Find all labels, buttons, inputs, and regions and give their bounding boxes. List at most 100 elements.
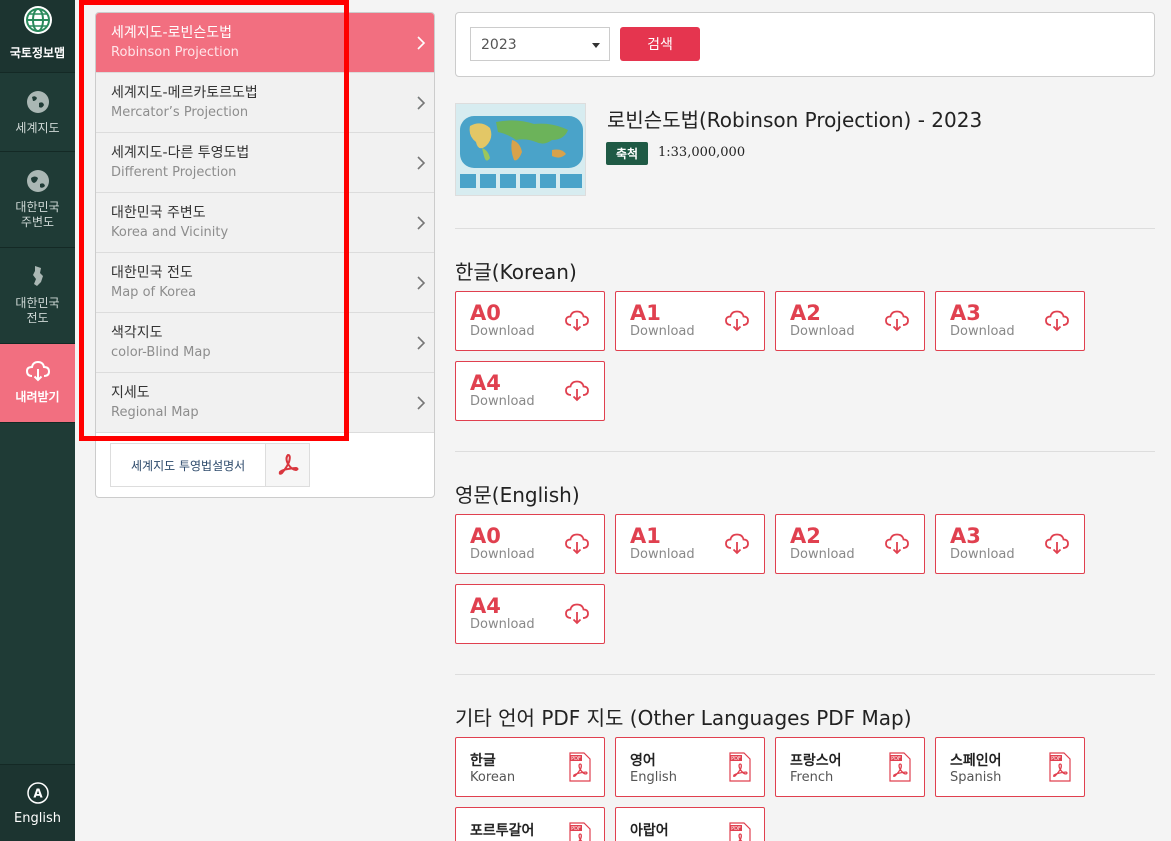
cloud-download-icon [565, 603, 589, 625]
language-korean-label: 아랍어 [630, 823, 669, 839]
download-korean-a1[interactable]: A1 Download [615, 291, 765, 351]
pdf-map-english[interactable]: 영어 English PDF [615, 737, 765, 797]
download-label: Download [470, 394, 535, 409]
pdf-file-icon: PDF [1049, 752, 1071, 782]
pdf-file-icon: PDF [889, 752, 911, 782]
rail-item-download[interactable]: 내려받기 [0, 344, 75, 423]
download-english-a0[interactable]: A0 Download [455, 514, 605, 574]
paper-size-label: A1 [630, 524, 661, 548]
download-label: Download [790, 547, 855, 562]
download-english-a4[interactable]: A4 Download [455, 584, 605, 644]
divider [455, 228, 1155, 229]
rail-item-label: 세계지도 [15, 121, 60, 135]
side-navigation: 국토정보맵 세계지도 대한민국 주변도 대한민국 전도 내려받기 A Engli… [0, 0, 75, 841]
cloud-download-icon [885, 533, 909, 555]
projection-guide-pdf-link[interactable]: 세계지도 투영법설명서 [110, 443, 310, 487]
cloud-download-icon [1045, 533, 1069, 555]
divider [455, 674, 1155, 675]
section-title-korean: 한글(Korean) [455, 260, 577, 284]
paper-size-label: A3 [950, 524, 981, 548]
pdf-file-icon: PDF [569, 822, 591, 841]
search-bar: 2023 검색 [455, 12, 1155, 77]
download-korean-a2[interactable]: A2 Download [775, 291, 925, 351]
language-icon: A [26, 782, 49, 804]
svg-text:PDF: PDF [571, 756, 581, 762]
year-select-value: 2023 [481, 37, 517, 53]
download-label: Download [950, 547, 1015, 562]
pdf-map-arabic[interactable]: 아랍어 PDF [615, 807, 765, 841]
logo-label: 국토정보맵 [9, 46, 66, 60]
download-label: Download [470, 617, 535, 632]
download-label: Download [950, 324, 1015, 339]
language-korean-label: 한글 [470, 753, 496, 769]
svg-text:PDF: PDF [571, 826, 581, 832]
language-label: English [14, 811, 61, 826]
paper-size-label: A0 [470, 301, 501, 325]
cloud-download-icon [25, 360, 50, 382]
rail-item-world-map[interactable]: 세계지도 [0, 73, 75, 152]
earth-icon [26, 170, 49, 192]
download-korean-a0[interactable]: A0 Download [455, 291, 605, 351]
svg-text:PDF: PDF [731, 826, 741, 832]
search-button[interactable]: 검색 [620, 27, 700, 61]
globe-logo-icon [23, 6, 52, 34]
scale-value: 1:33,000,000 [658, 145, 746, 160]
chevron-right-icon [417, 156, 426, 170]
map-thumbnail [455, 103, 586, 196]
rail-item-korea-map[interactable]: 대한민국 전도 [0, 248, 75, 344]
language-english-label: Spanish [950, 770, 1002, 785]
logo-home-link[interactable]: 국토정보맵 [0, 0, 75, 73]
language-korean-label: 스페인어 [950, 753, 1002, 769]
download-label: Download [790, 324, 855, 339]
map-title: 로빈슨도법(Robinson Projection) - 2023 [607, 108, 983, 132]
download-english-a3[interactable]: A3 Download [935, 514, 1085, 574]
cloud-download-icon [1045, 310, 1069, 332]
pdf-map-french[interactable]: 프랑스어 French PDF [775, 737, 925, 797]
svg-text:PDF: PDF [731, 756, 741, 762]
language-korean-label: 프랑스어 [790, 753, 842, 769]
download-label: Download [470, 324, 535, 339]
pdf-file-icon: PDF [729, 752, 751, 782]
chevron-right-icon [417, 276, 426, 290]
pdf-map-korean[interactable]: 한글 Korean PDF [455, 737, 605, 797]
cloud-download-icon [725, 533, 749, 555]
korea-map-icon [32, 266, 43, 286]
download-label: Download [630, 324, 695, 339]
language-switch-button[interactable]: A English [0, 764, 75, 841]
rail-item-korea-vicinity[interactable]: 대한민국 주변도 [0, 152, 75, 248]
download-korean-a3[interactable]: A3 Download [935, 291, 1085, 351]
chevron-right-icon [417, 396, 426, 410]
pdf-icon [265, 444, 309, 486]
year-select[interactable]: 2023 [470, 27, 610, 61]
paper-size-label: A4 [470, 594, 501, 618]
cloud-download-icon [725, 310, 749, 332]
cloud-download-icon [565, 310, 589, 332]
pdf-file-icon: PDF [569, 752, 591, 782]
section-title-other-languages: 기타 언어 PDF 지도 (Other Languages PDF Map) [455, 706, 912, 730]
paper-size-label: A3 [950, 301, 981, 325]
paper-size-label: A2 [790, 524, 821, 548]
caret-down-icon [592, 43, 600, 48]
globe-icon [26, 91, 49, 113]
download-label: Download [470, 547, 535, 562]
download-korean-a4[interactable]: A4 Download [455, 361, 605, 421]
language-english-label: English [630, 770, 677, 785]
svg-text:PDF: PDF [1051, 756, 1061, 762]
highlight-box [79, 0, 349, 441]
cloud-download-icon [565, 380, 589, 402]
divider [455, 451, 1155, 452]
pdf-map-portuguese[interactable]: 포르투갈어 PDF [455, 807, 605, 841]
download-english-a2[interactable]: A2 Download [775, 514, 925, 574]
pdf-map-spanish[interactable]: 스페인어 Spanish PDF [935, 737, 1085, 797]
rail-item-label: 대한민국 전도 [15, 296, 60, 325]
paper-size-label: A2 [790, 301, 821, 325]
svg-text:A: A [33, 787, 43, 801]
cloud-download-icon [885, 310, 909, 332]
chevron-right-icon [417, 216, 426, 230]
paper-size-label: A4 [470, 371, 501, 395]
download-label: Download [630, 547, 695, 562]
svg-text:PDF: PDF [891, 756, 901, 762]
download-english-a1[interactable]: A1 Download [615, 514, 765, 574]
rail-item-label: 대한민국 주변도 [15, 200, 60, 229]
paper-size-label: A0 [470, 524, 501, 548]
